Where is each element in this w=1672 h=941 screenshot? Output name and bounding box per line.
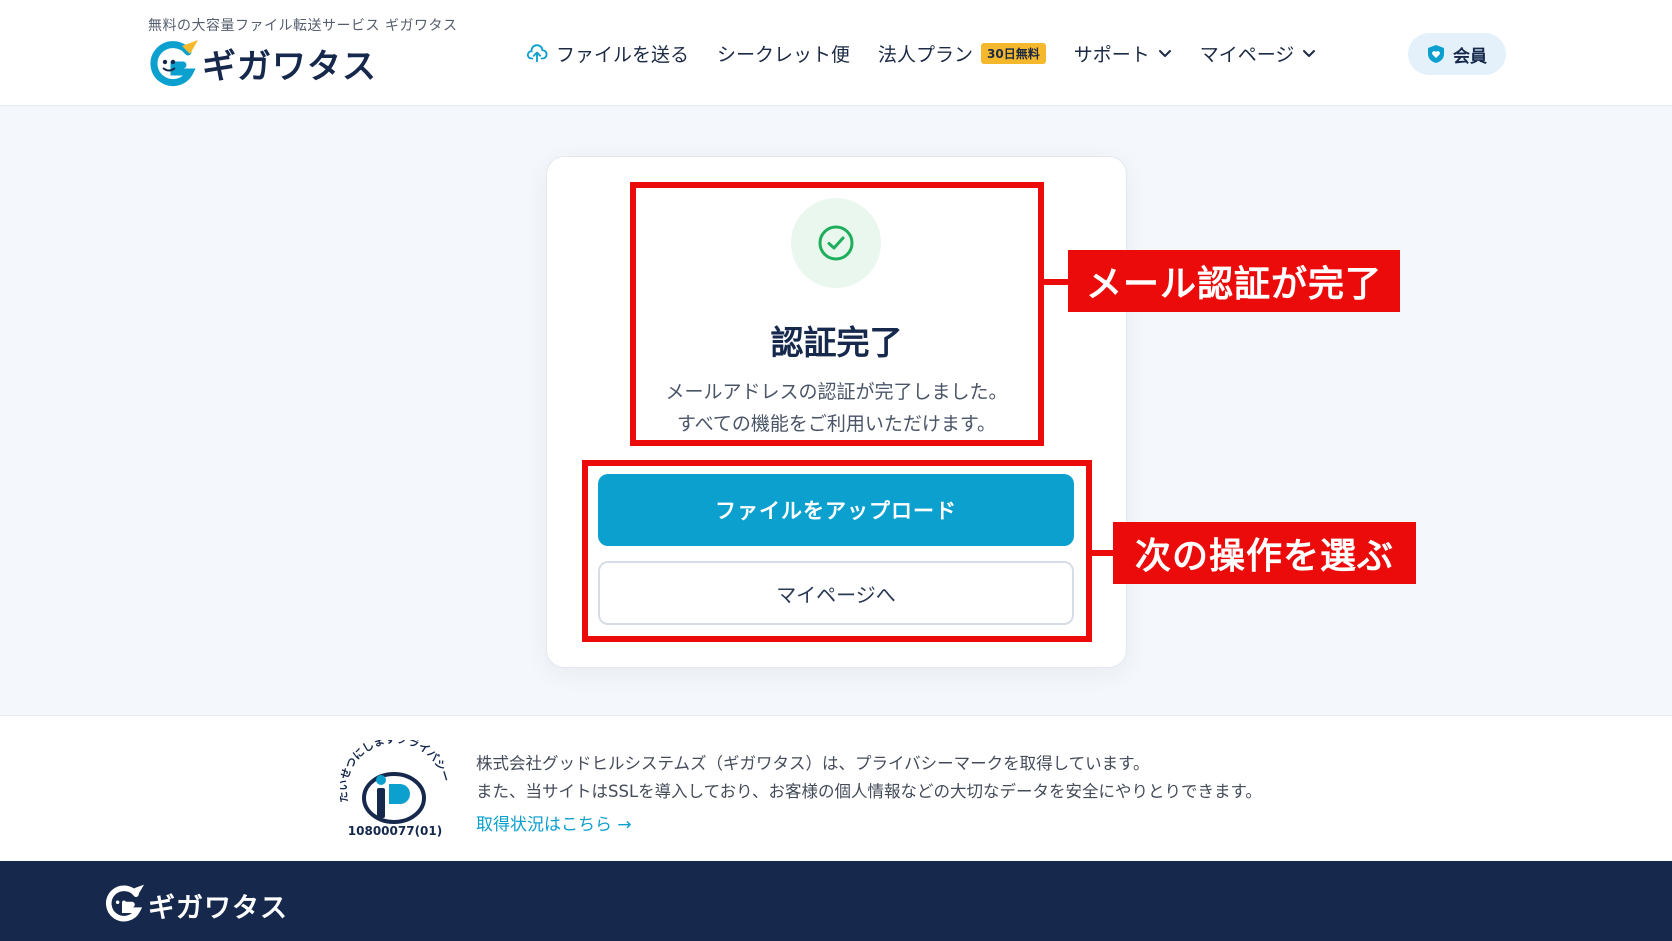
privacy-line-2: また、当サイトはSSLを導入しており、お客様の個人情報などの大切なデータを安全に… [476,782,1262,801]
privacy-status-link[interactable]: 取得状況はこちら → [476,810,632,835]
free-trial-badge: 30日無料 [981,42,1046,64]
brand-logo[interactable]: ギガワタス [148,38,377,88]
cloud-upload-icon [526,42,548,64]
member-button[interactable]: 会員 [1408,33,1506,75]
annotation-label-verified: メール認証が完了 [1068,250,1400,312]
privacy-mark-number: 10800077(01) [347,824,443,838]
brand-name: ギガワタス [202,46,377,87]
nav-send-file[interactable]: ファイルを送る [526,40,689,67]
chevron-down-icon [1158,46,1172,60]
footer-logo[interactable]: ギガワタス [104,883,288,927]
annotation-box-verified [630,182,1044,446]
annotation-box-next-action [582,460,1092,642]
footer-brand-name: ギガワタス [148,892,288,924]
nav-secret-label: シークレット便 [717,43,851,66]
giga-logo-icon [104,883,144,927]
nav-mypage-label: マイページ [1199,43,1295,66]
nav-send-label: ファイルを送る [556,43,690,66]
nav-corporate[interactable]: 法人プラン 30日無料 [878,40,1046,67]
nav-support-label: サポート [1073,43,1150,66]
brand-tagline: 無料の大容量ファイル転送サービス ギガワタス [148,18,458,34]
shield-heart-icon [1427,44,1445,64]
annotation-label-next-action: 次の操作を選ぶ [1113,522,1416,584]
nav-corporate-label: 法人プラン [878,43,974,66]
nav-mypage[interactable]: マイページ [1200,40,1317,67]
privacy-description: 株式会社グッドヒルシステムズ（ギガワタス）は、プライバシーマークを取得しています… [476,750,1262,806]
nav-secret[interactable]: シークレット便 [717,40,850,67]
privacy-line-1: 株式会社グッドヒルシステムズ（ギガワタス）は、プライバシーマークを取得しています… [476,754,1150,773]
member-label: 会員 [1453,46,1487,67]
chevron-down-icon [1302,46,1316,60]
nav-support[interactable]: サポート [1074,40,1172,67]
main-nav: ファイルを送る シークレット便 法人プラン 30日無料 サポート マイページ [526,38,1344,68]
annotation-connector-next-action [1089,550,1115,556]
giga-logo-icon [148,38,198,88]
annotation-connector-verified [1041,279,1071,285]
